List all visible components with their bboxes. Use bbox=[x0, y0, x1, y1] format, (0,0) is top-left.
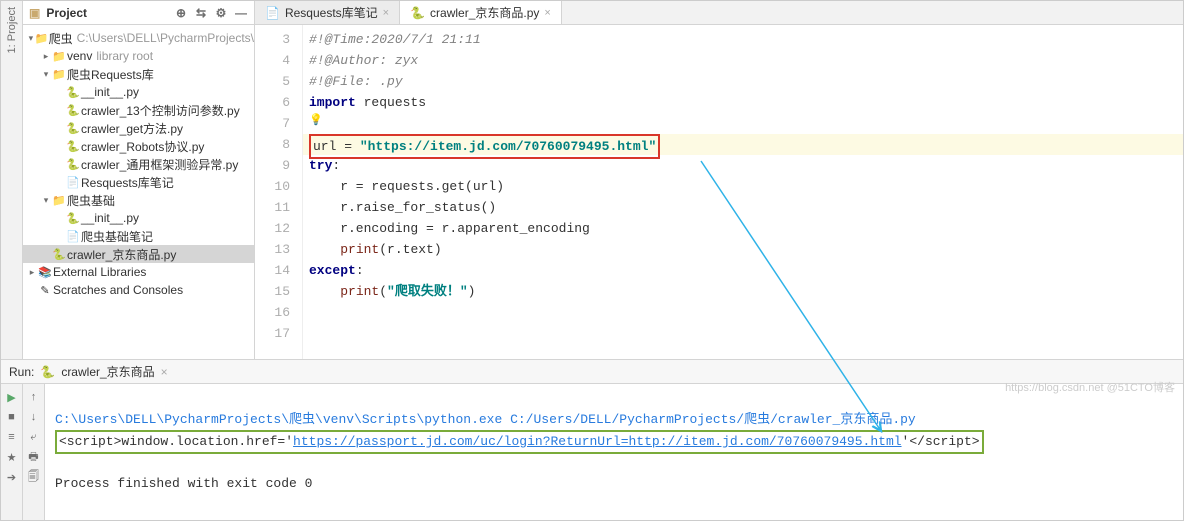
code-line[interactable]: print("爬取失败！") bbox=[303, 281, 1183, 302]
project-panel-title: Project bbox=[46, 6, 168, 20]
left-tool-strip: 1: Project bbox=[1, 1, 23, 359]
rerun-icon[interactable]: ▶ bbox=[5, 390, 19, 404]
run-config-name[interactable]: crawler_京东商品 bbox=[61, 363, 154, 380]
more-icon[interactable]: ➔ bbox=[5, 470, 19, 484]
code-line[interactable] bbox=[303, 113, 1183, 134]
code-line[interactable]: import requests bbox=[303, 92, 1183, 113]
code-line[interactable]: r.encoding = r.apparent_encoding bbox=[303, 218, 1183, 239]
layout-icon[interactable]: ≡ bbox=[5, 430, 19, 444]
project-tree[interactable]: ▾📁爬虫C:\Users\DELL\PycharmProjects\▸📁venv… bbox=[23, 25, 254, 359]
code-line[interactable]: #!@Time:2020/7/1 21:11 bbox=[303, 29, 1183, 50]
tree-item[interactable]: 🐍crawler_Robots协议.py bbox=[23, 137, 254, 155]
editor-area: 📄Resquests库笔记×🐍crawler_京东商品.py× 34567891… bbox=[255, 1, 1183, 359]
tree-item[interactable]: ▾📁爬虫基础 bbox=[23, 191, 254, 209]
tree-item[interactable]: ▸📁venvlibrary root bbox=[23, 47, 254, 65]
close-icon[interactable]: × bbox=[161, 365, 168, 379]
tree-item[interactable]: 🐍__init__.py bbox=[23, 83, 254, 101]
run-toolbar-left2: ↑ ↓ ⤶ 🖶 🗐 bbox=[23, 384, 45, 520]
run-toolbar-left: ▶ ■ ≡ ★ ➔ bbox=[1, 384, 23, 520]
console-link[interactable]: https://passport.jd.com/uc/login?ReturnU… bbox=[293, 434, 902, 449]
project-panel-header: ▣ Project ⊕ ⇆ ⚙ — bbox=[23, 1, 254, 25]
tree-item[interactable]: ✎Scratches and Consoles bbox=[23, 281, 254, 299]
code-line[interactable]: #!@File: .py bbox=[303, 71, 1183, 92]
run-label: Run: bbox=[9, 365, 34, 379]
code-line[interactable]: #!@Author: zyx bbox=[303, 50, 1183, 71]
code-line[interactable]: r = requests.get(url) bbox=[303, 176, 1183, 197]
tree-item[interactable]: ▾📁爬虫Requests库 bbox=[23, 65, 254, 83]
wrap-icon[interactable]: ⤶ bbox=[27, 430, 41, 444]
editor-gutter: 34567891011121314151617 bbox=[255, 25, 303, 359]
tree-item[interactable]: 🐍__init__.py bbox=[23, 209, 254, 227]
tree-item[interactable]: ▸📚External Libraries bbox=[23, 263, 254, 281]
console-exit: Process finished with exit code 0 bbox=[55, 476, 312, 491]
down-icon[interactable]: ↓ bbox=[27, 410, 41, 424]
tree-item[interactable]: 🐍crawler_get方法.py bbox=[23, 119, 254, 137]
print-icon[interactable]: 🖶 bbox=[27, 450, 41, 464]
code-line[interactable]: print(r.text) bbox=[303, 239, 1183, 260]
up-icon[interactable]: ↑ bbox=[27, 390, 41, 404]
bulb-icon[interactable]: 💡 bbox=[309, 111, 323, 132]
code-line[interactable] bbox=[303, 302, 1183, 323]
tree-item[interactable]: ▾📁爬虫C:\Users\DELL\PycharmProjects\ bbox=[23, 29, 254, 47]
code-line[interactable]: url = "https://item.jd.com/70760079495.h… bbox=[303, 134, 1183, 155]
tree-item[interactable]: 🐍crawler_13个控制访问参数.py bbox=[23, 101, 254, 119]
console-command: C:\Users\DELL\PycharmProjects\爬虫\venv\Sc… bbox=[55, 412, 916, 427]
hide-icon[interactable]: — bbox=[234, 6, 248, 20]
code-line[interactable]: r.raise_for_status() bbox=[303, 197, 1183, 218]
trash-icon[interactable]: 🗐 bbox=[27, 470, 41, 484]
close-icon[interactable]: × bbox=[544, 7, 550, 19]
watermark: https://blog.csdn.net @51CTO博客 bbox=[1005, 379, 1175, 395]
code-line[interactable]: except: bbox=[303, 260, 1183, 281]
editor-tabs: 📄Resquests库笔记×🐍crawler_京东商品.py× bbox=[255, 1, 1183, 25]
tree-item[interactable]: 🐍crawler_京东商品.py bbox=[23, 245, 254, 263]
locate-icon[interactable]: ⊕ bbox=[174, 6, 188, 20]
python-icon: 🐍 bbox=[40, 365, 55, 379]
folder-icon: ▣ bbox=[29, 6, 40, 20]
project-panel: ▣ Project ⊕ ⇆ ⚙ — ▾📁爬虫C:\Users\DELL\Pych… bbox=[23, 1, 255, 359]
code-editor[interactable]: 💡 #!@Time:2020/7/1 21:11#!@Author: zyx#!… bbox=[303, 25, 1183, 359]
code-line[interactable] bbox=[303, 323, 1183, 344]
console-output[interactable]: C:\Users\DELL\PycharmProjects\爬虫\venv\Sc… bbox=[45, 384, 1183, 520]
console-script-output: <script>window.location.href='https://pa… bbox=[55, 430, 984, 454]
project-toolwindow-tab[interactable]: 1: Project bbox=[6, 7, 18, 53]
editor-tab[interactable]: 🐍crawler_京东商品.py× bbox=[400, 1, 562, 24]
collapse-icon[interactable]: ⇆ bbox=[194, 6, 208, 20]
gear-icon[interactable]: ⚙ bbox=[214, 6, 228, 20]
tree-item[interactable]: 🐍crawler_通用框架测验异常.py bbox=[23, 155, 254, 173]
tree-item[interactable]: 📄Resquests库笔记 bbox=[23, 173, 254, 191]
close-icon[interactable]: × bbox=[383, 7, 389, 19]
stop-icon[interactable]: ■ bbox=[5, 410, 19, 424]
editor-tab[interactable]: 📄Resquests库笔记× bbox=[255, 1, 400, 24]
tree-item[interactable]: 📄爬虫基础笔记 bbox=[23, 227, 254, 245]
pin-icon[interactable]: ★ bbox=[5, 450, 19, 464]
